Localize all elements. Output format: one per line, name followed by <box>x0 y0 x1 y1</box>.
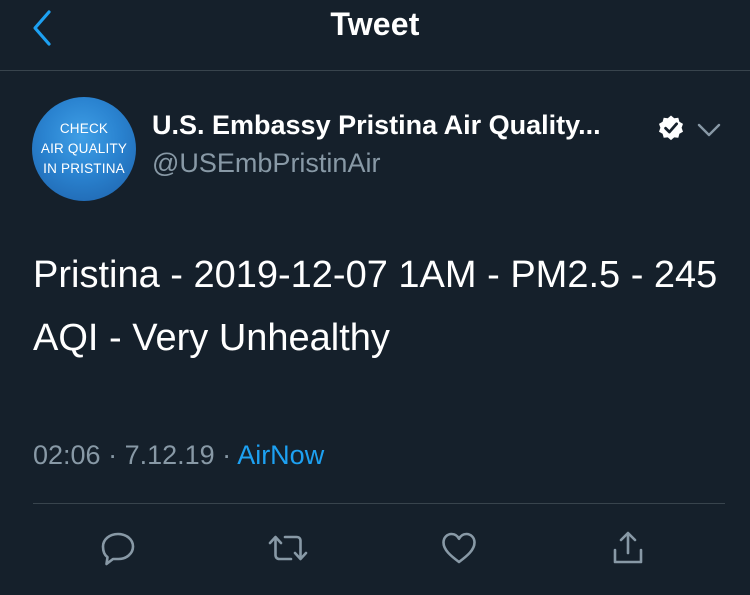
divider <box>33 503 725 504</box>
display-name[interactable]: U.S. Embassy Pristina Air Quality... <box>152 110 601 141</box>
reply-icon <box>101 532 135 566</box>
separator-dot: · <box>100 440 125 470</box>
share-icon <box>613 531 643 564</box>
tweet-metadata: 02:06 · 7.12.19 · AirNow <box>33 440 324 471</box>
verified-badge-icon <box>659 115 683 141</box>
avatar[interactable]: CHECK AIR QUALITY IN PRISTINA <box>32 97 136 201</box>
tweet-text: Pristina - 2019-12-07 1AM - PM2.5 - 245 … <box>33 254 718 359</box>
page-title: Tweet <box>330 6 420 42</box>
user-handle: @USEmbPristinAir <box>152 148 381 178</box>
heart-icon <box>442 532 476 564</box>
tweet-source-link[interactable]: AirNow <box>237 440 324 470</box>
share-button[interactable] <box>606 526 650 570</box>
tweet-detail-screen: Tweet CHECK AIR QUALITY IN PRISTINA U.S.… <box>0 0 750 595</box>
retweet-icon <box>268 535 308 561</box>
retweet-button[interactable] <box>266 526 310 570</box>
tweet-date: 7.12.19 <box>124 440 215 470</box>
separator-dot: · <box>214 440 238 470</box>
avatar-text-line: AIR QUALITY <box>40 141 128 156</box>
like-button[interactable] <box>437 526 481 570</box>
avatar-text-line: CHECK <box>59 121 109 136</box>
navigation-bar: Tweet <box>0 0 750 71</box>
avatar-text-line: IN PRISTINA <box>43 161 125 176</box>
tweet-time: 02:06 <box>33 440 101 470</box>
chevron-down-icon <box>697 123 721 137</box>
reply-button[interactable] <box>96 526 140 570</box>
tweet-options-button[interactable] <box>694 115 724 145</box>
